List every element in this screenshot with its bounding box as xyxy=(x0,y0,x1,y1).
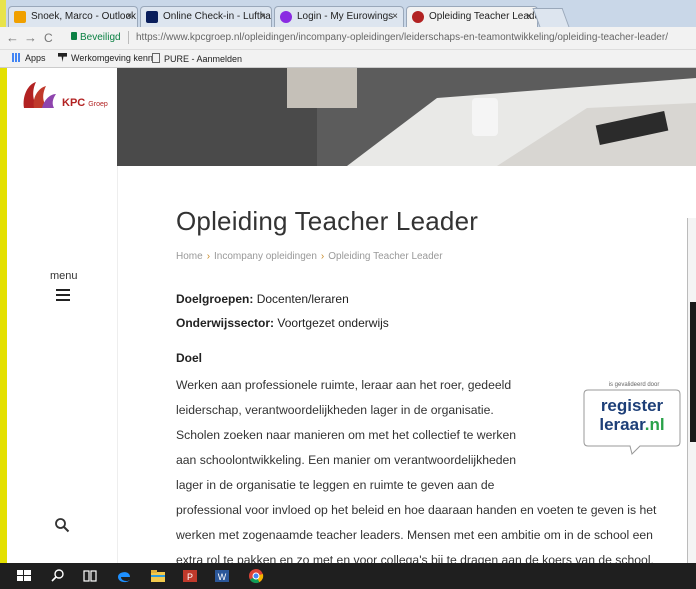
lufthansa-favicon-icon xyxy=(146,11,158,23)
bookmark-icon xyxy=(58,53,67,62)
close-tab-icon[interactable]: × xyxy=(392,7,398,27)
powerpoint-icon[interactable]: P xyxy=(182,568,198,584)
menu-label[interactable]: menu xyxy=(50,270,78,282)
paragraph-line: werken met zogenaamde teacher leaders. M… xyxy=(176,528,653,542)
accent-bar xyxy=(0,68,7,563)
paragraph-line: aan schoolontwikkeling. Een manier om ve… xyxy=(176,453,517,467)
address-bar-row: ← → C Beveiligd https://www.kpcgroep.nl/… xyxy=(0,27,696,50)
tab-outlook[interactable]: Snoek, Marco - Outlook × xyxy=(8,6,138,27)
url-separator xyxy=(128,31,129,44)
breadcrumb-incompany[interactable]: Incompany opleidingen xyxy=(214,251,317,262)
sector-row: Onderwijssector: Voortgezet onderwijs xyxy=(176,316,389,330)
breadcrumb-current: Opleiding Teacher Leader xyxy=(328,251,443,262)
breadcrumb-separator-icon: › xyxy=(320,251,325,262)
paragraph-line: lager in de organisatie te leggen en rui… xyxy=(176,478,495,492)
tab-opleiding[interactable]: Opleiding Teacher Leade × xyxy=(406,6,538,27)
side-navigation xyxy=(0,68,118,563)
window-edge xyxy=(0,0,6,27)
breadcrumb-home[interactable]: Home xyxy=(176,251,203,262)
bookmarks-bar: Apps Werkomgeving kenn PURE - Aanmelden xyxy=(0,50,696,68)
outlook-favicon-icon xyxy=(14,11,26,23)
apps-grid-icon xyxy=(12,53,21,62)
paragraph-line: Scholen zoeken naar manieren om met het … xyxy=(176,428,517,442)
forward-arrow-icon[interactable]: → xyxy=(24,30,37,45)
breadcrumb-separator-icon: › xyxy=(206,251,211,262)
logo-text[interactable]: KPC Groep xyxy=(62,97,108,109)
badge-line1: register xyxy=(601,396,664,415)
paragraph-line: professional voor invloed op het beleid … xyxy=(176,503,657,517)
edge-browser-icon[interactable] xyxy=(116,568,132,584)
task-view-icon[interactable] xyxy=(82,568,98,584)
background-window-content xyxy=(690,302,696,442)
page-title: Opleiding Teacher Leader xyxy=(176,206,479,236)
badge-line2: leraar.nl xyxy=(599,415,664,434)
breadcrumb: Home › Incompany opleidingen › Opleiding Tea… xyxy=(176,251,443,262)
lock-icon xyxy=(71,32,77,40)
file-explorer-icon[interactable] xyxy=(150,568,166,584)
tab-lufthansa[interactable]: Online Check-in - Lufthan × xyxy=(140,6,272,27)
reload-icon[interactable]: C xyxy=(44,31,53,45)
paragraph-line: leiderschap, verantwoordelijkheden lager… xyxy=(176,403,494,417)
svg-text:W: W xyxy=(218,572,227,582)
tab-eurowings[interactable]: Login - My Eurowings × xyxy=(274,6,404,27)
back-arrow-icon[interactable]: ← xyxy=(6,30,19,45)
bookmark-werkomgeving[interactable]: Werkomgeving kenn xyxy=(58,53,153,63)
doel-heading: Doel xyxy=(176,351,203,365)
hamburger-menu-icon[interactable] xyxy=(56,289,70,301)
browser-tab-bar: Snoek, Marco - Outlook × Online Check-in… xyxy=(0,0,696,27)
search-icon[interactable] xyxy=(50,568,66,584)
paragraph-line: Werken aan professionele ruimte, leraar … xyxy=(176,378,512,392)
taskbar: P W xyxy=(0,563,696,589)
secure-label: Beveiligd xyxy=(80,32,121,43)
word-icon[interactable]: W xyxy=(214,568,230,584)
eurowings-favicon-icon xyxy=(280,11,292,23)
bookmark-pure[interactable]: PURE - Aanmelden xyxy=(152,53,242,64)
close-tab-icon[interactable]: × xyxy=(526,7,532,27)
page-icon xyxy=(152,53,160,63)
hero-image xyxy=(117,68,696,166)
close-tab-icon[interactable]: × xyxy=(126,7,132,27)
registerleraar-badge[interactable]: register leraar.nl xyxy=(580,382,684,456)
svg-text:P: P xyxy=(187,572,193,582)
kpc-favicon-icon xyxy=(412,11,424,23)
windows-start-icon[interactable] xyxy=(16,568,32,584)
close-tab-icon[interactable]: × xyxy=(260,7,266,27)
new-tab-button[interactable] xyxy=(532,8,570,27)
chrome-icon[interactable] xyxy=(248,568,264,584)
doelgroepen-row: Doelgroepen: Docenten/leraren xyxy=(176,292,349,306)
kpc-logo-icon[interactable] xyxy=(20,78,58,114)
bookmark-apps[interactable]: Apps xyxy=(12,53,46,63)
badge-caption: is gevalideerd door xyxy=(608,382,660,388)
search-icon[interactable] xyxy=(54,517,70,533)
url-field[interactable]: https://www.kpcgroep.nl/opleidingen/inco… xyxy=(136,32,668,43)
